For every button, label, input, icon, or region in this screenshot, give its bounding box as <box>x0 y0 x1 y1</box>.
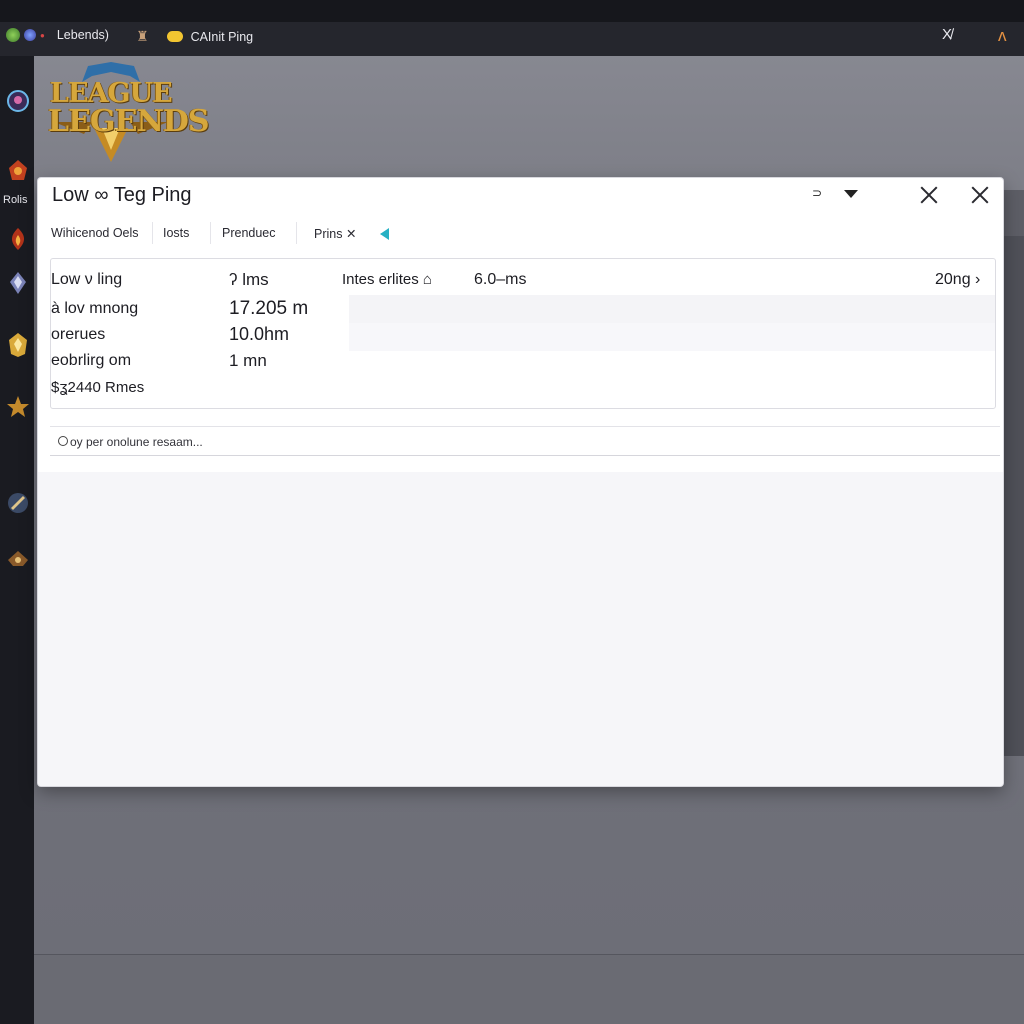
crystal-icon[interactable] <box>5 270 31 296</box>
figure-icon: ♜ <box>136 28 149 44</box>
row-band <box>349 323 995 351</box>
ping-tab-icon <box>166 31 183 42</box>
stat-value: ʔ lms <box>229 270 269 289</box>
flame-icon[interactable] <box>5 226 31 252</box>
search-icon <box>58 436 68 446</box>
chevron-down-icon[interactable] <box>844 190 858 198</box>
globe-icon <box>24 29 36 41</box>
stat-value: 10.0hm <box>229 324 290 344</box>
ping-stats-panel: Low ν ling ʔ lms Intes erlites ⌂ 6.0–ms … <box>50 258 996 409</box>
stat-right-value[interactable]: 20ng › <box>935 271 980 289</box>
window-title-bar: ● Lebends) ♜ CAInit Ping X̸ ʌ <box>0 0 1024 56</box>
minimize-icon[interactable]: ⊃ <box>812 186 822 200</box>
left-sidebar: Rolis <box>0 56 34 1024</box>
gold-star-icon[interactable] <box>5 394 31 420</box>
tab-wihicenod-oels[interactable]: Wihicenod Oels <box>51 226 139 240</box>
stat-label: $ʓ2440 Rmes <box>51 379 145 396</box>
helm-icon[interactable] <box>5 546 31 572</box>
scroll-edge <box>1003 190 1024 236</box>
app-logo-icon <box>6 28 20 42</box>
play-arrow-icon[interactable] <box>380 228 389 240</box>
champion-portrait-icon[interactable] <box>5 88 31 114</box>
stat-extra-value: 6.0–ms <box>474 271 527 288</box>
dialog-content-area <box>38 472 1003 786</box>
peak-icon[interactable]: ʌ <box>998 26 1007 46</box>
row-band <box>349 295 995 323</box>
stat-label: à lov mnong <box>51 300 139 317</box>
tab-divider <box>152 222 153 244</box>
bottom-panel <box>34 954 1024 1024</box>
tab-divider <box>210 222 211 244</box>
ping-tab[interactable]: ♜ CAInit Ping <box>136 28 253 45</box>
scroll-track[interactable] <box>1003 236 1024 756</box>
tab-iosts[interactable]: Iosts <box>163 226 189 240</box>
blade-icon[interactable] <box>5 490 31 516</box>
league-of-legends-logo: LEAGUE LEGENDS <box>44 62 210 166</box>
close-tab-icon[interactable] <box>920 186 938 204</box>
stat-label: Low ν ling <box>51 271 123 288</box>
dialog-tabs: Wihicenod Oels Iosts Prenduec Prins ✕ <box>38 220 1003 246</box>
fire-emblem-icon[interactable] <box>5 158 31 184</box>
tools-icon[interactable]: X̸ <box>942 26 952 43</box>
tab-prins[interactable]: Prins ✕ <box>314 226 356 241</box>
app-tab[interactable]: ● Lebends) <box>6 28 109 42</box>
dialog-title: Low ∞ Teg Ping <box>52 184 192 206</box>
stat-value: 1 mn <box>229 351 267 370</box>
stat-value: 17.205 m <box>229 298 309 319</box>
tab-prenduec[interactable]: Prenduec <box>222 226 276 240</box>
search-bar[interactable]: oy per onolune resaam... <box>50 426 1000 456</box>
low-ping-dialog: Low ∞ Teg Ping ⊃ Wihicenod Oels Iosts Pr… <box>38 178 1003 786</box>
status-dot-icon: ● <box>40 30 45 40</box>
close-icon[interactable] <box>971 186 989 204</box>
stat-label: orerues <box>51 326 106 343</box>
tab-divider <box>296 222 297 244</box>
stat-label: eobrlirg om <box>51 352 132 369</box>
logo-line-2: LEGENDS <box>48 104 210 139</box>
app-tab-label: Lebends) <box>56 28 109 42</box>
gold-crest-icon[interactable] <box>5 332 31 358</box>
sidebar-label: Rolis <box>3 194 28 206</box>
search-text: oy per onolune resaam... <box>70 435 203 449</box>
stat-extra-label: Intes erlites ⌂ <box>342 271 432 288</box>
ping-tab-label: CAInit Ping <box>190 29 254 44</box>
